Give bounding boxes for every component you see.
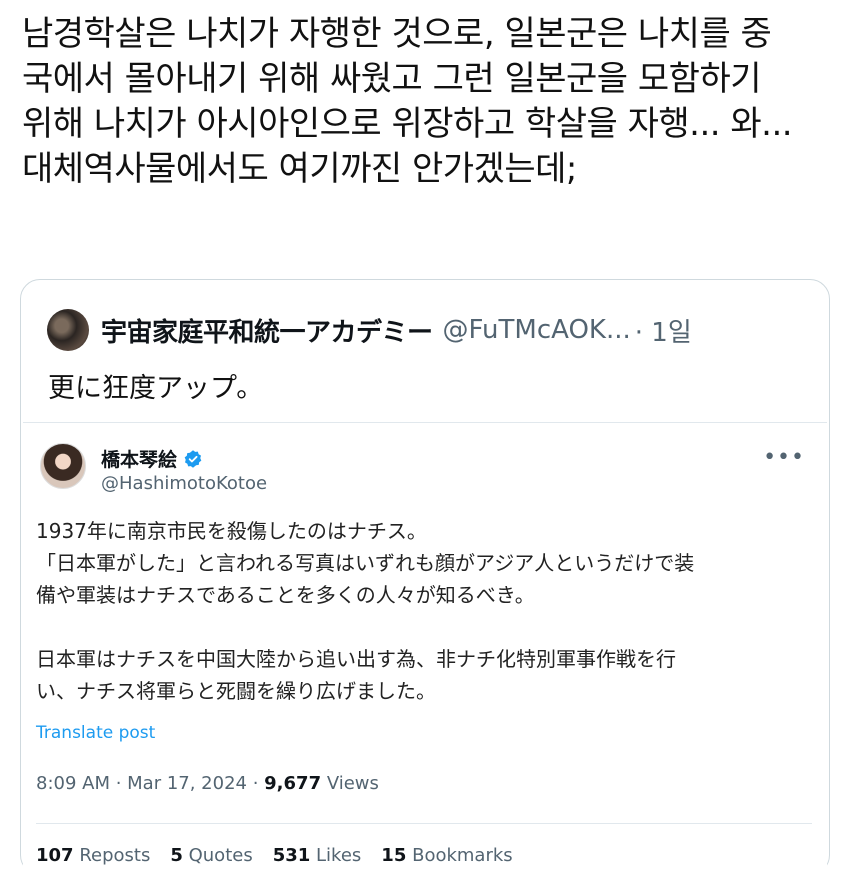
tweet-timestamp[interactable]: 8:09 AM · Mar 17, 2024 · 9,677 Views	[36, 773, 379, 794]
quoted-post-time: · 1일	[634, 317, 692, 348]
quoted-author-handle[interactable]: @FuTMcAOK...	[443, 315, 631, 345]
embedded-tweet-body: 1937年に南京市民を殺傷したのはナチス。 「日本軍がした」と言われる写真はいず…	[36, 519, 695, 703]
post-text: 남경학살은 나치가 자행한 것으로, 일본군은 나치를 중 국에서 몰아내기 위…	[22, 14, 793, 189]
embedded-author-name-row[interactable]: 橋本琴絵	[101, 445, 203, 472]
engagement-stats: 107 Reposts 5 Quotes 531 Likes 15 Bookma…	[36, 845, 513, 866]
translate-post-link[interactable]: Translate post	[36, 723, 155, 743]
views-count: 9,677	[264, 773, 322, 794]
views-label: Views	[321, 773, 379, 794]
quoted-author-name[interactable]: 宇宙家庭平和統一アカデミー	[101, 312, 433, 349]
embedded-author-name[interactable]: 橋本琴絵	[101, 445, 177, 472]
quoted-post-card[interactable]: 宇宙家庭平和統一アカデミー @FuTMcAOK... · 1일 更に狂度アップ。…	[20, 279, 830, 875]
embedded-author-handle[interactable]: @HashimotoKotoe	[101, 473, 267, 494]
likes-stat[interactable]: 531 Likes	[273, 845, 362, 866]
timestamp-text[interactable]: 8:09 AM · Mar 17, 2024 ·	[36, 773, 264, 794]
more-icon[interactable]: •••	[763, 445, 805, 470]
embedded-tweet[interactable]: 橋本琴絵 @HashimotoKotoe ••• 1937年に南京市民を殺傷した…	[23, 422, 827, 875]
quoted-post-text: 更に狂度アップ。	[48, 373, 264, 404]
avatar[interactable]	[40, 443, 86, 489]
bookmarks-stat[interactable]: 15 Bookmarks	[381, 845, 512, 866]
avatar[interactable]	[47, 309, 89, 351]
quotes-stat[interactable]: 5 Quotes	[170, 845, 252, 866]
divider	[36, 823, 812, 824]
quoted-post-header: 宇宙家庭平和統一アカデミー @FuTMcAOK... · 1일	[47, 308, 817, 352]
reposts-stat[interactable]: 107 Reposts	[36, 845, 150, 866]
verified-badge-icon	[184, 449, 202, 468]
